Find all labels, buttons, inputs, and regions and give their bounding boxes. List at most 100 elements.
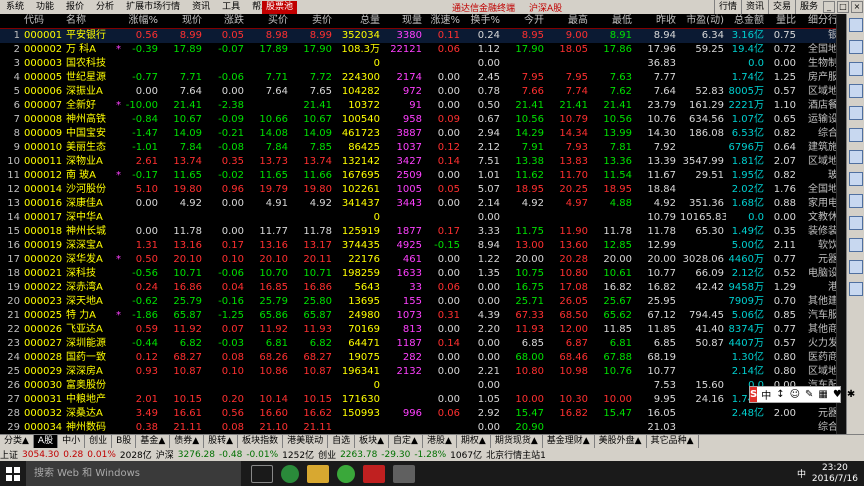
news-icon[interactable] — [849, 150, 863, 164]
column-header[interactable] — [0, 14, 22, 29]
stock-pool-tab[interactable]: 股票池 — [262, 0, 298, 14]
column-header[interactable] — [114, 14, 122, 29]
table-row[interactable]: 12 000014 沙河股份 5.10 19.80 0.96 19.79 19.80 10226… — [0, 183, 850, 197]
market-tab[interactable]: 自定▲ — [389, 435, 423, 448]
market-tab[interactable]: 其它品种▲ — [647, 435, 699, 448]
table-row[interactable]: 29 000034 神州数码 0.38 21.11 0.08 21.10 21.11 0.00 2… — [0, 421, 850, 435]
menu-item[interactable]: 系统 — [0, 0, 30, 14]
menu-item[interactable]: 报价 — [60, 0, 90, 14]
taskbar-search-input[interactable]: 搜索 Web 和 Windows — [26, 461, 241, 486]
alert-icon[interactable] — [849, 172, 863, 186]
table-row[interactable]: 1 000001 平安银行 0.56 8.99 0.05 8.98 8.99 352034 338… — [0, 28, 850, 43]
table-row[interactable]: 11 000012 南 玻A * -0.17 11.65 -0.02 11.65 11.66 16… — [0, 169, 850, 183]
column-header[interactable]: 总量 — [334, 14, 382, 29]
table-row[interactable]: 27 000031 中粮地产 2.01 10.15 0.20 10.14 10.15 17163… — [0, 393, 850, 407]
menu-item[interactable]: 资讯 — [186, 0, 216, 14]
column-header[interactable]: 市盈(动) — [678, 14, 726, 29]
table-row[interactable]: 13 000016 深康佳A 0.00 4.92 0.00 4.91 4.92 341437 34… — [0, 197, 850, 211]
table-row[interactable]: 26000030富奥股份00.007.5315.600.00.00汽车配件 — [0, 379, 850, 393]
taskbar-clock[interactable]: 23:20 2016/7/16 — [812, 463, 858, 485]
table-row[interactable]: 20 000023 深天地A -0.62 25.79 -0.16 25.79 25.80 136… — [0, 295, 850, 309]
column-header[interactable]: 名称 — [64, 14, 114, 29]
ime-emoji-icon[interactable]: ☺ — [790, 389, 800, 400]
ime-tools-icon[interactable]: ✱ — [847, 389, 855, 400]
windows-start-icon[interactable] — [0, 461, 26, 486]
news-button[interactable]: 资讯 — [740, 0, 768, 14]
table-row[interactable]: 25 000029 深深房A 0.93 10.87 0.10 10.86 10.87 19634… — [0, 365, 850, 379]
minimize-icon[interactable]: _ — [823, 1, 835, 13]
table-row[interactable]: 4 000005 世纪星源 -0.77 7.71 -0.06 7.71 7.72 224300 2… — [0, 71, 850, 85]
market-tab[interactable]: 基金理财▲ — [543, 435, 595, 448]
column-header[interactable]: 卖价 — [290, 14, 334, 29]
sogou-logo-icon[interactable]: S — [750, 387, 758, 402]
grid-view-icon[interactable] — [849, 18, 863, 32]
table-row[interactable]: 5 000006 深振业A 0.00 7.64 0.00 7.64 7.65 104282 972… — [0, 85, 850, 99]
table-row[interactable]: 18 000021 深科技 -0.56 10.71 -0.06 10.70 10.71 1982… — [0, 267, 850, 281]
ime-keyboard-icon[interactable]: ▦ — [818, 389, 827, 400]
column-header[interactable]: 涨幅% — [122, 14, 160, 29]
ime-mode[interactable]: 中 — [761, 387, 771, 402]
report-icon[interactable] — [849, 106, 863, 120]
table-row[interactable]: 8 000009 中国宝安 -1.47 14.09 -0.21 14.08 14.09 4617… — [0, 127, 850, 141]
column-header[interactable]: 现价 — [160, 14, 204, 29]
settings-icon[interactable] — [849, 216, 863, 230]
menu-item[interactable]: 工具 — [216, 0, 246, 14]
column-header[interactable]: 现量 — [382, 14, 424, 29]
table-row[interactable]: 3 000003 国农科技 0 0.00 36.83 0.0 0.00 生物制药 — [0, 57, 850, 71]
quotes-button[interactable]: 行情 — [713, 0, 741, 14]
market-tab[interactable]: A股 — [33, 435, 59, 448]
folder-icon[interactable] — [307, 464, 329, 483]
analysis-icon[interactable] — [849, 84, 863, 98]
stock-app-icon[interactable] — [363, 464, 385, 483]
media-icon[interactable] — [393, 464, 415, 483]
column-header[interactable]: 换手% — [462, 14, 502, 29]
chart-icon[interactable] — [849, 40, 863, 54]
ime-pen-icon[interactable]: ✎ — [805, 389, 813, 400]
table-row[interactable]: 17 000020 深华发A * 0.50 20.10 0.10 20.10 20.11 2217… — [0, 253, 850, 267]
trade-button[interactable]: 交易 — [767, 0, 795, 14]
table-row[interactable]: 15 000018 神州长城 0.00 11.78 0.00 11.77 11.78 12591… — [0, 225, 850, 239]
menu-item[interactable]: 扩展市场行情 — [120, 0, 186, 14]
column-header[interactable]: 今开 — [502, 14, 546, 29]
market-tab[interactable]: 股转▲ — [204, 435, 239, 448]
more-icon[interactable] — [849, 282, 863, 296]
column-header[interactable]: 最高 — [546, 14, 590, 29]
column-header[interactable]: 买价 — [246, 14, 290, 29]
market-tab[interactable]: 板块▲ — [355, 435, 390, 448]
service-button[interactable]: 服务 — [794, 0, 822, 14]
wechat-icon[interactable] — [337, 464, 355, 483]
table-row[interactable]: 21 000025 特 力A * -1.86 65.87 -1.25 65.86 65.87 24… — [0, 309, 850, 323]
column-header[interactable]: 昨收 — [634, 14, 678, 29]
market-tab[interactable]: 基金▲ — [136, 435, 171, 448]
table-row[interactable]: 16 000019 深深宝A 1.31 13.16 0.17 13.16 13.17 37443… — [0, 239, 850, 253]
table-row[interactable]: 6 000007 全新好 * -10.00 21.41 -2.38 21.41 10372 91 0… — [0, 99, 850, 113]
market-tab[interactable]: 自选 — [328, 435, 356, 448]
input-language[interactable]: 中 — [797, 467, 806, 480]
table-row[interactable]: 14 000017 深中华A 0 0.00 10.79 10165.83 0.0 0.00 文教休… — [0, 211, 850, 225]
table-row[interactable]: 7 000008 神州高铁 -0.84 10.67 -0.09 10.66 10.67 1005… — [0, 113, 850, 127]
browser-icon[interactable] — [281, 464, 299, 483]
sector-icon[interactable] — [849, 128, 863, 142]
table-row[interactable]: 22 000026 飞亚达A 0.59 11.92 0.07 11.92 11.93 70169… — [0, 323, 850, 337]
table-row[interactable]: 24 000028 国药一致 0.12 68.27 0.08 68.26 68.27 19075… — [0, 351, 850, 365]
market-tab[interactable]: 港美联动 — [283, 435, 329, 448]
market-tab[interactable]: 美股外盘▲ — [595, 435, 647, 448]
market-tab[interactable]: 分类▲ — [0, 435, 34, 448]
column-header[interactable]: 涨速% — [424, 14, 462, 29]
tools-icon[interactable] — [849, 238, 863, 252]
column-header[interactable]: 最低 — [590, 14, 634, 29]
maximize-icon[interactable]: □ — [837, 1, 849, 13]
table-row[interactable]: 23 000027 深圳能源 -0.44 6.82 -0.03 6.81 6.82 64471 1… — [0, 337, 850, 351]
market-tab[interactable]: 期权▲ — [457, 435, 491, 448]
column-header[interactable]: 代码 — [22, 14, 64, 29]
menu-item[interactable]: 分析 — [90, 0, 120, 14]
column-header[interactable]: 涨跌 — [204, 14, 246, 29]
table-row[interactable]: 10 000011 深物业A 2.61 13.74 0.35 13.73 13.74 13214… — [0, 155, 850, 169]
kline-icon[interactable] — [849, 62, 863, 76]
market-tab[interactable]: 中小 — [58, 435, 86, 448]
task-view-icon[interactable] — [251, 464, 273, 483]
market-tab[interactable]: B股 — [112, 435, 137, 448]
ime-punct-icon[interactable]: ↕ — [776, 389, 784, 400]
help-icon[interactable] — [849, 260, 863, 274]
market-tab[interactable]: 板块指数 — [238, 435, 284, 448]
